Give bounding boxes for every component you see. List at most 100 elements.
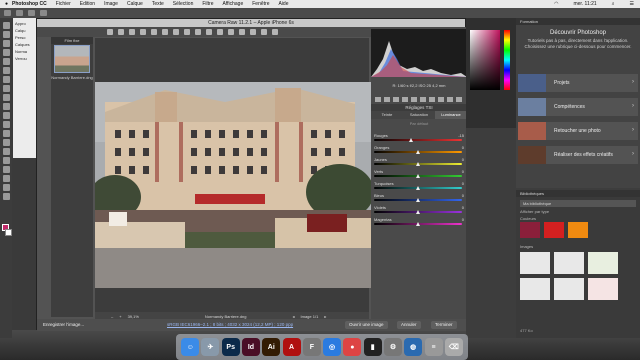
- slider-knob[interactable]: [409, 138, 414, 142]
- split-toning-icon[interactable]: [411, 96, 417, 102]
- menu-fenetre[interactable]: Fenêtre: [252, 1, 269, 7]
- menu-image[interactable]: Image: [104, 1, 118, 7]
- library-select[interactable]: Ma bibliothèque: [520, 200, 636, 207]
- dock-chrome-icon[interactable]: ●: [343, 338, 362, 356]
- option-icon[interactable]: [28, 10, 35, 16]
- hue-slider[interactable]: [504, 30, 510, 90]
- library-image-tile[interactable]: [588, 252, 618, 274]
- red-eye-icon[interactable]: [206, 29, 212, 35]
- slider-knob[interactable]: [416, 210, 420, 214]
- presets-icon[interactable]: [447, 96, 453, 102]
- slider-violets[interactable]: Violets 0: [374, 205, 464, 216]
- next-image-button[interactable]: ▸: [324, 314, 326, 319]
- snapshots-icon[interactable]: [456, 96, 462, 102]
- dock-illustrator-icon[interactable]: Ai: [262, 338, 281, 356]
- dock-photoshop-icon[interactable]: Ps: [221, 338, 240, 356]
- clock[interactable]: mer. 11:21: [573, 1, 596, 7]
- dock-trash-icon[interactable]: ⌫: [444, 338, 463, 356]
- quick-select-icon[interactable]: [2, 49, 10, 56]
- zoom-icon[interactable]: [2, 193, 10, 200]
- rotate-left-icon[interactable]: [261, 29, 267, 35]
- transform-icon[interactable]: [184, 29, 190, 35]
- dock-notes-icon[interactable]: ≡: [424, 338, 443, 356]
- preferences-icon[interactable]: [250, 29, 256, 35]
- spot-removal-icon[interactable]: [195, 29, 201, 35]
- shape-icon[interactable]: [2, 175, 10, 182]
- slider-jaunes[interactable]: Jaunes 0: [374, 157, 464, 168]
- hsl-icon[interactable]: [402, 96, 408, 102]
- library-filter[interactable]: Afficher par type: [520, 209, 549, 214]
- slider-track[interactable]: [374, 139, 462, 141]
- brush-icon[interactable]: [2, 85, 10, 92]
- slider-value[interactable]: 0: [462, 205, 464, 210]
- zoom-tool-icon[interactable]: [107, 29, 113, 35]
- menu-texte[interactable]: Texte: [152, 1, 164, 7]
- colors-section-header[interactable]: Couleurs: [520, 216, 536, 221]
- tone-curve-icon[interactable]: [384, 96, 390, 102]
- menu-list-icon[interactable]: ☰: [630, 1, 634, 7]
- basic-icon[interactable]: [375, 96, 381, 102]
- lasso-tool-icon[interactable]: [2, 40, 10, 47]
- menu-selection[interactable]: Sélection: [173, 1, 194, 7]
- menu-fichier[interactable]: Fichier: [56, 1, 71, 7]
- path-select-icon[interactable]: [2, 166, 10, 173]
- library-color-swatch[interactable]: [544, 222, 564, 238]
- open-image-button[interactable]: Ouvrir une image: [345, 321, 388, 329]
- library-image-tile[interactable]: [554, 252, 584, 274]
- apple-icon[interactable]: ●: [5, 1, 8, 7]
- tab-luminance[interactable]: Luminance: [435, 111, 467, 119]
- rotate-right-icon[interactable]: [272, 29, 278, 35]
- type-icon[interactable]: [2, 157, 10, 164]
- menu-affichage[interactable]: Affichage: [222, 1, 243, 7]
- blur-icon[interactable]: [2, 130, 10, 137]
- learn-card-projets[interactable]: Projets ›: [518, 74, 638, 92]
- tab-saturation[interactable]: Saturation: [403, 111, 435, 119]
- slider-magentas[interactable]: Magentas 0: [374, 217, 464, 228]
- history-brush-icon[interactable]: [2, 103, 10, 110]
- slider-knob[interactable]: [416, 186, 420, 190]
- learn-card-retoucher[interactable]: Retoucher une photo ›: [518, 122, 638, 140]
- search-icon[interactable]: ⌕: [612, 1, 615, 7]
- dock-system-prefs-icon[interactable]: ⚙: [383, 338, 402, 356]
- gradient-icon[interactable]: [2, 121, 10, 128]
- menu-aide[interactable]: Aide: [278, 1, 288, 7]
- menu-edition[interactable]: Edition: [80, 1, 95, 7]
- straighten-icon[interactable]: [173, 29, 179, 35]
- dock-safari-icon[interactable]: ◎: [323, 338, 342, 356]
- crop-tool-icon[interactable]: [2, 58, 10, 65]
- color-picker-field[interactable]: [470, 30, 500, 90]
- stamp-icon[interactable]: [2, 94, 10, 101]
- slider-knob[interactable]: [416, 150, 420, 154]
- healing-icon[interactable]: [2, 76, 10, 83]
- library-image-tile[interactable]: [520, 278, 550, 300]
- dock-acrobat-icon[interactable]: A: [282, 338, 301, 356]
- slider-knob[interactable]: [416, 174, 420, 178]
- marquee-tool-icon[interactable]: [2, 31, 10, 38]
- libraries-tab[interactable]: Bibliothèques: [516, 190, 640, 197]
- radial-filter-icon[interactable]: [239, 29, 245, 35]
- slider-bleus[interactable]: Bleus 0: [374, 193, 464, 204]
- filmstrip-thumbnail[interactable]: [54, 45, 90, 73]
- dock-fontbook-icon[interactable]: F: [302, 338, 321, 356]
- effects-icon[interactable]: [429, 96, 435, 102]
- done-button[interactable]: Terminer: [431, 321, 457, 329]
- tab-teinte[interactable]: Teinte: [371, 111, 403, 119]
- slider-knob[interactable]: [416, 162, 420, 166]
- dodge-icon[interactable]: [2, 139, 10, 146]
- graduated-filter-icon[interactable]: [228, 29, 234, 35]
- adjust-brush-icon[interactable]: [217, 29, 223, 35]
- tool-preset-icon[interactable]: [16, 10, 23, 16]
- slider-turquoises[interactable]: Turquoises 0: [374, 181, 464, 192]
- cancel-button[interactable]: Annuler: [397, 321, 421, 329]
- learn-card-competences[interactable]: Compétences ›: [518, 98, 638, 116]
- zoom-level[interactable]: 39,1%: [128, 314, 139, 319]
- images-section-header[interactable]: Images: [520, 244, 533, 249]
- color-sampler-icon[interactable]: [140, 29, 146, 35]
- slider-value[interactable]: 0: [462, 169, 464, 174]
- dock-terminal-icon[interactable]: ▮: [363, 338, 382, 356]
- white-balance-icon[interactable]: [129, 29, 135, 35]
- library-image-tile[interactable]: [554, 278, 584, 300]
- slider-rouges[interactable]: Rouges -15: [374, 133, 464, 144]
- library-color-swatch[interactable]: [520, 222, 540, 238]
- slider-value[interactable]: -15: [458, 133, 464, 138]
